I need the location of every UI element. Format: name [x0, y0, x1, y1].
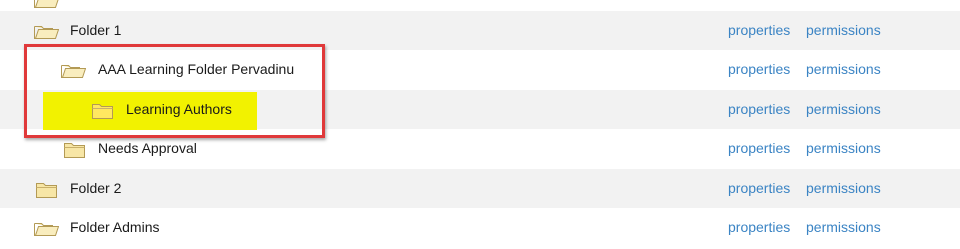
folder-row-folder-2: Folder 2 properties permissions — [0, 169, 960, 208]
permissions-link[interactable]: permissions — [806, 101, 881, 117]
folder-open-icon — [34, 0, 59, 8]
previous-row — [0, 0, 960, 11]
folder-name-link[interactable]: Needs Approval — [98, 140, 197, 156]
folder-row-folder-1: Folder 1 properties permissions — [0, 11, 960, 50]
folder-row-aaa-learning-folder: AAA Learning Folder Pervadinu properties… — [0, 50, 960, 89]
folder-open-icon — [34, 26, 59, 39]
folder-row-folder-admins: Folder Admins properties permissions — [0, 208, 960, 247]
properties-link[interactable]: properties — [728, 22, 790, 38]
folder-row-needs-approval: Needs Approval properties permissions — [0, 129, 960, 168]
permissions-link[interactable]: permissions — [806, 61, 881, 77]
folder-name-link[interactable]: Learning Authors — [126, 101, 232, 117]
permissions-link[interactable]: permissions — [806, 140, 881, 156]
folder-closed-icon — [36, 183, 57, 198]
properties-link[interactable]: properties — [728, 61, 790, 77]
folder-open-icon — [34, 223, 59, 236]
folder-closed-icon — [92, 104, 113, 119]
folder-name-link[interactable]: Folder Admins — [70, 219, 159, 235]
folder-row-learning-authors: Learning Authors properties permissions — [0, 90, 960, 130]
properties-link[interactable]: properties — [728, 180, 790, 196]
folder-name-link[interactable]: AAA Learning Folder Pervadinu — [98, 61, 294, 77]
folder-open-icon — [61, 65, 86, 78]
folder-closed-icon — [64, 143, 85, 158]
permissions-link[interactable]: permissions — [806, 180, 881, 196]
properties-link[interactable]: properties — [728, 101, 790, 117]
properties-link[interactable]: properties — [728, 219, 790, 235]
permissions-link[interactable]: permissions — [806, 22, 881, 38]
folder-name-link[interactable]: Folder 1 — [70, 22, 121, 38]
folder-name-link[interactable]: Folder 2 — [70, 180, 121, 196]
properties-link[interactable]: properties — [728, 140, 790, 156]
permissions-link[interactable]: permissions — [806, 219, 881, 235]
